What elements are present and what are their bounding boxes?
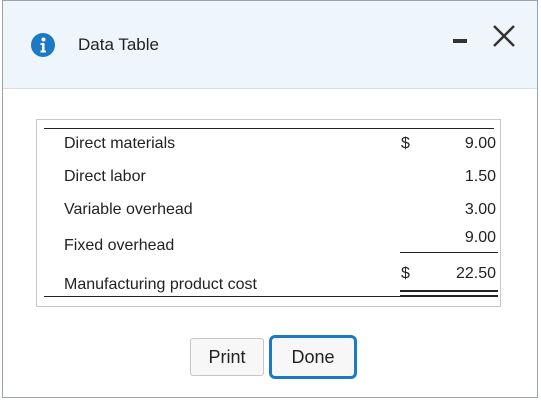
row-label-direct-materials: Direct materials: [64, 135, 176, 152]
print-button[interactable]: Print: [190, 338, 264, 376]
table-top-rule: [44, 128, 494, 129]
total-amount: 22.50: [455, 265, 496, 282]
cost-table: Direct materials $ 9.00 Direct labor 1.5…: [36, 119, 501, 307]
total-double-rule-top: [400, 290, 498, 292]
done-button[interactable]: Done: [269, 335, 357, 379]
total-label: Manufacturing product cost: [64, 276, 257, 293]
close-icon[interactable]: [489, 20, 519, 50]
info-icon: [31, 33, 55, 57]
row-amount-direct-labor: 1.50: [464, 168, 496, 185]
dialog-header: Data Table: [3, 1, 537, 89]
minimize-icon[interactable]: [447, 25, 473, 51]
total-double-rule-bottom: [400, 295, 498, 297]
row-amount-direct-materials: 9.00: [464, 135, 496, 152]
row-label-variable-overhead: Variable overhead: [64, 201, 193, 218]
dialog-title: Data Table: [78, 35, 159, 54]
subtotal-rule: [400, 252, 498, 253]
label-underline: [44, 296, 402, 297]
row-label-fixed-overhead: Fixed overhead: [64, 237, 175, 254]
row-label-direct-labor: Direct labor: [64, 168, 146, 185]
row-amount-fixed-overhead: 9.00: [464, 229, 496, 246]
data-table-dialog: Data Table Direct materials $ 9.00 Direc…: [2, 0, 538, 398]
row-amount-variable-overhead: 3.00: [464, 201, 496, 218]
screen: Data Table Direct materials $ 9.00 Direc…: [0, 0, 541, 402]
